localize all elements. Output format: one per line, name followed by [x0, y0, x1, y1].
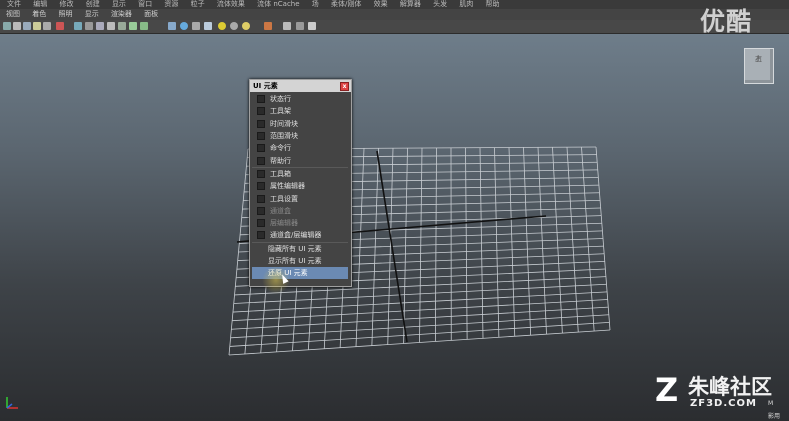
menu-item-channel-box-layer-editor[interactable]: 通道盒/层编辑器 [252, 229, 348, 241]
xray-icon[interactable] [204, 22, 212, 30]
menu-item-channel-box[interactable]: 通道盒 [252, 205, 348, 217]
menu-fields[interactable]: 场 [309, 0, 322, 8]
menu-solvers[interactable]: 解算器 [397, 0, 424, 8]
lights-icon[interactable] [192, 22, 200, 30]
menu-muscle[interactable]: 肌肉 [456, 0, 476, 8]
main-menu-bar: 文件 编辑 修改 创建 显示 窗口 资源 粒子 流体效果 流体 nCache 场… [0, 0, 789, 9]
panel-menu-panels[interactable]: 面板 [140, 10, 162, 18]
xray-joints-icon[interactable] [283, 22, 291, 30]
panel-menu-bar: 视图 着色 照明 显示 渲染器 面板 [0, 9, 789, 20]
ui-elements-window-title: UI 元素 [253, 82, 278, 90]
menu-item-toolbox[interactable]: 工具箱 [252, 166, 348, 180]
menu-particles[interactable]: 粒子 [188, 0, 208, 8]
checkbox[interactable] [257, 169, 265, 178]
menu-item-show-all-ui[interactable]: 显示所有 UI 元素 [252, 255, 348, 267]
checkbox[interactable] [257, 156, 265, 165]
panel-toolbar [0, 20, 789, 34]
bookmark-icon[interactable] [23, 22, 31, 30]
menu-effects[interactable]: 效果 [371, 0, 391, 8]
checkbox[interactable] [257, 144, 265, 153]
menu-fluid-effects[interactable]: 流体效果 [214, 0, 248, 8]
menu-hair[interactable]: 头发 [430, 0, 450, 8]
field-chart-icon[interactable] [96, 22, 104, 30]
menu-file[interactable]: 文件 [4, 0, 24, 8]
menu-fluid-ncache[interactable]: 流体 nCache [254, 0, 302, 8]
perspective-grid [228, 146, 611, 356]
menu-item-help-line[interactable]: 帮助行 [252, 154, 348, 166]
menu-assets[interactable]: 资源 [161, 0, 181, 8]
smooth-shade-icon[interactable] [140, 22, 148, 30]
ui-elements-list: 状态行 工具架 时间滑块 范围滑块 命令行 帮助行 工具箱 属性编辑器 工具设置… [252, 93, 348, 280]
menu-window[interactable]: 窗口 [135, 0, 155, 8]
resolution-gate-icon[interactable] [74, 22, 82, 30]
menu-modify[interactable]: 修改 [56, 0, 76, 8]
menu-create[interactable]: 创建 [83, 0, 103, 8]
gate-mask-icon[interactable] [85, 22, 93, 30]
axis-gizmo-icon [6, 397, 18, 409]
select-camera-icon[interactable] [3, 22, 11, 30]
zf3d-logo-text: 朱峰社区 [688, 375, 772, 399]
xray-active-icon[interactable] [296, 22, 304, 30]
menu-item-time-slider[interactable]: 时间滑块 [252, 118, 348, 130]
checkbox[interactable] [257, 194, 265, 203]
zf3d-logo-sub: ZF3D.COM [690, 398, 757, 409]
shadows-icon[interactable] [242, 22, 250, 30]
checkbox[interactable] [257, 95, 265, 104]
checkbox[interactable] [257, 182, 265, 191]
menu-display[interactable]: 显示 [109, 0, 129, 8]
checkbox[interactable] [257, 132, 265, 141]
view-cube-side-label: 右 [755, 55, 762, 63]
close-icon[interactable]: x [340, 82, 349, 91]
safe-title-icon[interactable] [118, 22, 126, 30]
safe-action-icon[interactable] [107, 22, 115, 30]
ui-elements-window: UI 元素 x 状态行 工具架 时间滑块 范围滑块 命令行 帮助行 工具箱 属性… [249, 79, 352, 287]
checkbox[interactable] [257, 119, 265, 128]
checkbox[interactable] [257, 206, 265, 215]
checkbox[interactable] [257, 107, 265, 116]
isolate-select-icon[interactable] [264, 22, 272, 30]
menu-edit[interactable]: 编辑 [30, 0, 50, 8]
menu-item-attribute-editor[interactable]: 属性编辑器 [252, 180, 348, 192]
menu-help[interactable]: 帮助 [483, 0, 503, 8]
default-light-icon[interactable] [218, 22, 226, 30]
panel-menu-view[interactable]: 视图 [2, 10, 24, 18]
checkbox[interactable] [257, 231, 265, 240]
menu-item-layer-editor[interactable]: 层编辑器 [252, 217, 348, 229]
film-gate-icon[interactable] [56, 22, 64, 30]
panel-menu-show[interactable]: 显示 [81, 10, 103, 18]
image-plane-icon[interactable] [33, 22, 41, 30]
ui-elements-window-titlebar[interactable]: UI 元素 x [250, 80, 351, 92]
view-cube[interactable]: 上 右 [744, 48, 774, 84]
wireframe-icon[interactable] [129, 22, 137, 30]
menu-item-command-line[interactable]: 命令行 [252, 142, 348, 154]
textured-icon[interactable] [180, 22, 188, 30]
grid-line [434, 147, 437, 342]
panel-menu-lighting[interactable]: 照明 [54, 10, 76, 18]
tools-icon[interactable] [308, 22, 316, 30]
zf3d-logo-mark-icon: Z [655, 371, 679, 409]
status-text-2: 影用 [768, 413, 781, 420]
checkbox[interactable] [257, 219, 265, 228]
grid-toggle-icon[interactable] [43, 22, 51, 30]
menu-soft-rigid[interactable]: 柔体/刚体 [328, 0, 364, 8]
shaded-icon[interactable] [168, 22, 176, 30]
menu-item-shelf[interactable]: 工具架 [252, 105, 348, 117]
all-lights-icon[interactable] [230, 22, 238, 30]
status-text-1: M [768, 400, 774, 407]
menu-item-hide-all-ui[interactable]: 隐藏所有 UI 元素 [252, 241, 348, 255]
camera-attributes-icon[interactable] [13, 22, 21, 30]
video-watermark: 优酷 [700, 7, 753, 36]
panel-menu-renderer[interactable]: 渲染器 [107, 10, 136, 18]
menu-item-tool-settings[interactable]: 工具设置 [252, 192, 348, 204]
menu-item-status-line[interactable]: 状态行 [252, 93, 348, 105]
menu-item-range-slider[interactable]: 范围滑块 [252, 130, 348, 142]
panel-menu-shading[interactable]: 着色 [28, 10, 50, 18]
